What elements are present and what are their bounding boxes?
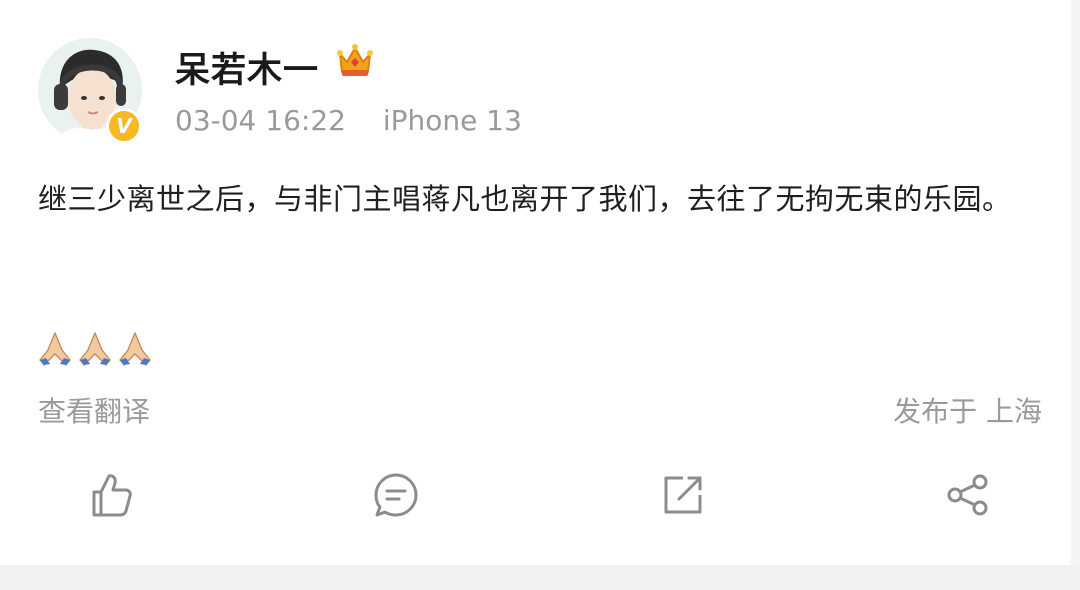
post-timestamp: 03-04 16:22 — [175, 104, 346, 137]
post-location: 发布于 上海 — [893, 395, 1042, 428]
share-icon — [947, 474, 988, 516]
feed-divider — [0, 565, 1080, 590]
comment-icon — [374, 473, 418, 517]
post-content: 继三少离世之后，与非门主唱蒋凡也离开了我们，去往了无拘无束的乐园。 — [38, 182, 1012, 216]
post-card: V 呆若木一 03-04 16:22 iPhone 13 继三少离世之后，与非门… — [0, 0, 1080, 565]
emoji-row — [36, 330, 154, 368]
translate-link[interactable]: 查看翻译 — [38, 390, 150, 430]
post-device: iPhone 13 — [382, 104, 522, 137]
share-button[interactable] — [944, 470, 992, 520]
scroll-edge — [1071, 0, 1080, 565]
post-meta: 03-04 16:22 iPhone 13 — [175, 104, 522, 137]
thumbs-up-icon — [92, 474, 132, 517]
forward-icon — [664, 476, 702, 514]
praying-hands-icon — [39, 332, 71, 366]
comment-button[interactable] — [372, 470, 420, 520]
praying-hands-icon — [119, 332, 151, 366]
praying-hands-icon — [79, 332, 111, 366]
like-button[interactable] — [87, 470, 135, 520]
verified-badge-icon: V — [106, 108, 142, 144]
crown-icon — [337, 44, 373, 76]
username[interactable]: 呆若木一 — [175, 42, 319, 93]
forward-button[interactable] — [659, 470, 707, 520]
